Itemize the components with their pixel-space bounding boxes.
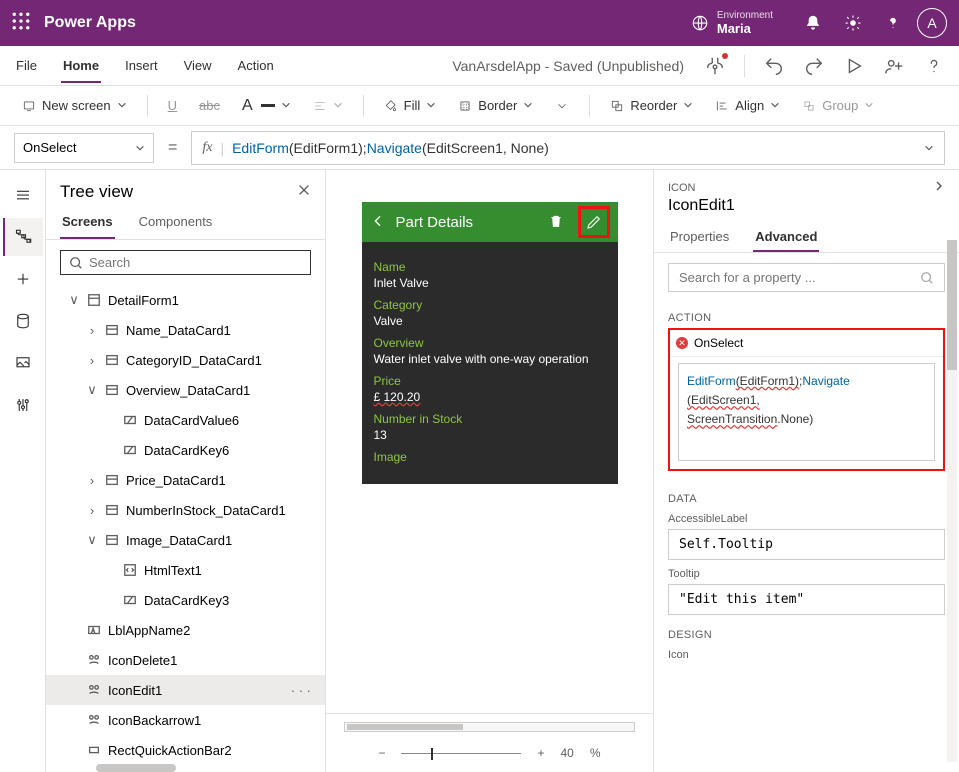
accessiblelabel-label: AccessibleLabel (668, 513, 945, 525)
onselect-label: OnSelect (694, 336, 743, 350)
rp-section-label: ICON (668, 182, 696, 194)
tree-item[interactable]: ›Price_DataCard1 (46, 465, 325, 495)
equals-sign: = (168, 139, 177, 157)
rp-control-name: IconEdit1 (654, 195, 959, 223)
rp-search-box[interactable] (668, 263, 945, 292)
preview-back-icon[interactable] (370, 213, 386, 232)
insert-icon[interactable] (3, 260, 43, 298)
menu-home[interactable]: Home (61, 48, 101, 83)
formula-input[interactable]: fx | EditForm(EditForm1);Navigate(EditSc… (191, 131, 945, 165)
text-align-button[interactable] (305, 94, 351, 117)
tree-item[interactable]: ∨Image_DataCard1 (46, 525, 325, 555)
undo-icon[interactable] (763, 55, 785, 77)
rp-vertical-scrollbar[interactable] (947, 240, 957, 762)
advanced-tools-icon[interactable] (3, 386, 43, 424)
tree-item[interactable]: ›NumberInStock_DataCard1 (46, 495, 325, 525)
phone-preview: Part Details NameInlet ValveCategoryValv… (362, 202, 618, 484)
format-painter-icon[interactable] (547, 95, 577, 117)
env-name: Maria (717, 21, 773, 36)
icon-prop-label: Icon (668, 649, 945, 661)
tab-properties[interactable]: Properties (668, 223, 731, 252)
tree-item[interactable]: IconBackarrow1 (46, 705, 325, 735)
document-name: VanArsdelApp - Saved (Unpublished) (452, 58, 684, 74)
onselect-code-input[interactable]: EditForm(EditForm1);Navigate(EditScreen1… (678, 363, 935, 461)
waffle-icon[interactable] (12, 12, 30, 35)
accessiblelabel-input[interactable]: Self.Tooltip (668, 529, 945, 560)
preview-delete-icon[interactable] (548, 213, 564, 232)
help-icon[interactable] (873, 0, 913, 46)
tree-horizontal-scrollbar[interactable] (96, 764, 176, 772)
rp-expand-icon[interactable] (933, 180, 945, 195)
tree-item[interactable]: ›Name_DataCard1 (46, 315, 325, 345)
tooltip-input[interactable]: "Edit this item" (668, 584, 945, 615)
menu-view[interactable]: View (182, 48, 214, 83)
tree-item[interactable]: ∨DetailForm1 (46, 285, 325, 315)
tree-item[interactable]: IconEdit1· · · (46, 675, 325, 705)
tree-search-input[interactable] (89, 255, 302, 270)
rp-design-label: DESIGN (654, 619, 959, 645)
zoom-suffix: % (590, 746, 601, 760)
menu-insert[interactable]: Insert (123, 48, 160, 83)
border-button[interactable]: Border (450, 94, 541, 117)
tab-components[interactable]: Components (137, 206, 215, 239)
play-icon[interactable] (843, 55, 865, 77)
canvas-horizontal-scrollbar[interactable] (344, 722, 635, 732)
tree-view-icon[interactable] (3, 218, 43, 256)
error-badge-icon[interactable]: ✕ (676, 337, 688, 349)
fx-icon: fx (202, 140, 212, 156)
user-avatar[interactable]: A (917, 8, 947, 38)
app-checker-icon[interactable] (704, 55, 726, 77)
rp-action-label: ACTION (654, 302, 959, 328)
data-icon[interactable] (3, 302, 43, 340)
zoom-in-icon[interactable]: + (537, 746, 544, 760)
zoom-slider[interactable] (401, 753, 521, 754)
tree-view-title: Tree view (60, 182, 133, 202)
group-button[interactable]: Group (794, 94, 882, 117)
tooltip-label: Tooltip (668, 568, 945, 580)
help-menu-icon[interactable] (923, 55, 945, 77)
zoom-out-icon[interactable]: − (378, 746, 385, 760)
preview-header-title: Part Details (396, 214, 538, 231)
new-screen-button[interactable]: New screen (14, 94, 135, 117)
tree-item[interactable]: RectQuickActionBar2 (46, 735, 325, 765)
property-dropdown[interactable]: OnSelect (14, 133, 154, 163)
fill-button[interactable]: Fill (376, 94, 445, 117)
share-icon[interactable] (883, 55, 905, 77)
tree-item[interactable]: DataCardValue6 (46, 405, 325, 435)
align-button[interactable]: Align (707, 94, 788, 117)
hamburger-icon[interactable] (3, 176, 43, 214)
tree-item[interactable]: DataCardKey6 (46, 435, 325, 465)
media-icon[interactable] (3, 344, 43, 382)
tree-item[interactable]: DataCardKey3 (46, 585, 325, 615)
strikethrough-button[interactable]: abc (191, 94, 228, 117)
tree-item[interactable]: ∨Overview_DataCard1 (46, 375, 325, 405)
tree-item[interactable]: ›CategoryID_DataCard1 (46, 345, 325, 375)
tree-search-box[interactable] (60, 250, 311, 275)
menu-file[interactable]: File (14, 48, 39, 83)
tree-item[interactable]: HtmlText1 (46, 555, 325, 585)
notifications-icon[interactable] (793, 0, 833, 46)
tab-screens[interactable]: Screens (60, 206, 115, 239)
preview-edit-icon-highlighted[interactable] (578, 206, 610, 238)
menu-action[interactable]: Action (236, 48, 276, 83)
rp-data-label: DATA (654, 483, 959, 509)
tree-item[interactable]: LblAppName2 (46, 615, 325, 645)
close-panel-icon[interactable] (297, 183, 311, 202)
zoom-value: 40 (561, 746, 574, 760)
onselect-formula-highlighted: ✕ OnSelect EditForm(EditForm1);Navigate(… (668, 328, 945, 471)
tab-advanced[interactable]: Advanced (753, 223, 819, 252)
environment-picker[interactable]: Environment Maria (691, 10, 773, 36)
env-label: Environment (717, 10, 773, 21)
redo-icon[interactable] (803, 55, 825, 77)
settings-icon[interactable] (833, 0, 873, 46)
rp-search-input[interactable] (679, 270, 914, 285)
font-color-button[interactable]: A (234, 93, 299, 119)
underline-button[interactable]: U (160, 94, 185, 117)
tree-item[interactable]: IconDelete1 (46, 645, 325, 675)
app-title: Power Apps (44, 14, 136, 32)
reorder-button[interactable]: Reorder (602, 94, 701, 117)
